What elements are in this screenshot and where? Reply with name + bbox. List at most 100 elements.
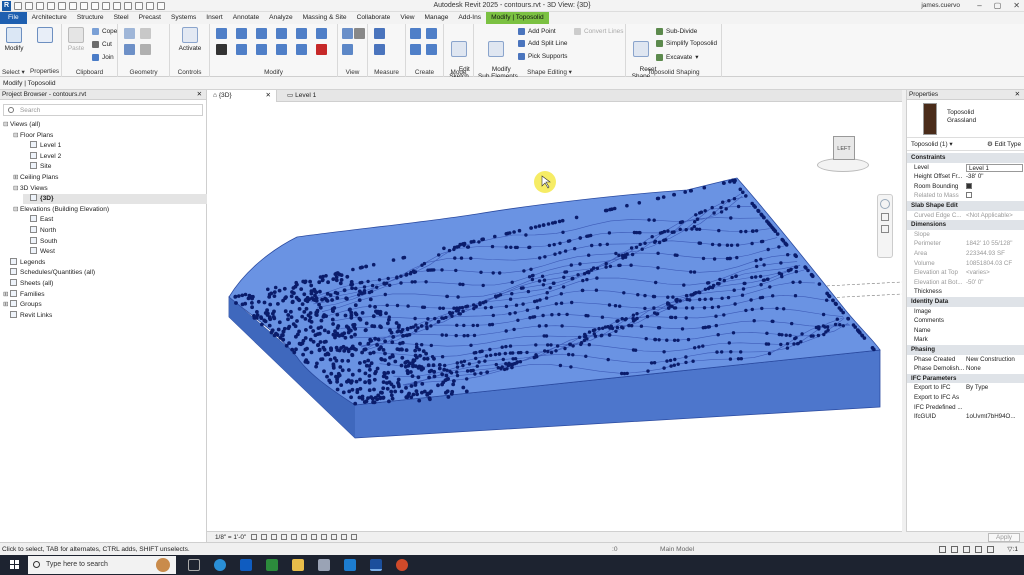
powerpoint-icon[interactable] [396, 559, 408, 571]
drag-elements-icon[interactable] [987, 546, 994, 553]
property-row[interactable]: Level Level 1 [907, 163, 1024, 173]
chrome-icon[interactable] [266, 559, 278, 571]
crop-view-icon[interactable] [301, 534, 307, 540]
tree-item[interactable]: {3D} [23, 194, 207, 205]
render-icon[interactable] [291, 534, 297, 540]
close-window-icon[interactable]: ✕ [1013, 1, 1020, 10]
tree-item[interactable]: Legends [3, 257, 207, 268]
tab-collaborate[interactable]: Collaborate [352, 12, 396, 24]
select-underlay-icon[interactable] [951, 546, 958, 553]
rotate-icon[interactable] [256, 44, 267, 55]
property-row[interactable]: Elevation at Bot... -50' 0" [907, 278, 1024, 288]
demolish-icon[interactable] [140, 44, 151, 55]
zoom-icon[interactable] [881, 213, 889, 221]
instance-filter[interactable]: Toposolid (1) ▾ ⚙ Edit Type [907, 138, 1024, 151]
viewcube[interactable]: LEFT [813, 132, 873, 176]
sub-divide-button[interactable]: Sub-Divide [656, 28, 697, 35]
tree-item[interactable]: ⊟Elevations (Building Elevation) [13, 205, 207, 215]
tree-item[interactable]: Schedules/Quantities (all) [3, 268, 207, 278]
property-row[interactable]: Volume 10851804.03 CF [907, 259, 1024, 269]
apply-button[interactable]: Apply [988, 533, 1020, 542]
excavate-button[interactable]: Excavate ▾ [656, 53, 699, 61]
property-row[interactable]: Curved Edge C... <Not Applicable> [907, 211, 1024, 221]
tree-item[interactable]: Level 2 [23, 151, 207, 162]
snipping-tool-icon[interactable] [318, 559, 330, 571]
maximize-icon[interactable]: ▢ [994, 1, 1002, 10]
aligned-dimension-icon[interactable] [374, 44, 385, 55]
properties-button[interactable] [30, 27, 60, 45]
property-value[interactable]: By Type [966, 383, 1023, 393]
sun-path-icon[interactable] [271, 534, 277, 540]
move-icon[interactable] [216, 44, 227, 55]
tab-add-ins[interactable]: Add-Ins [453, 12, 486, 24]
property-row[interactable]: Area 223344.93 SF [907, 249, 1024, 259]
expand-icon[interactable]: ⊞ [3, 290, 10, 300]
tab-3d-view[interactable]: ⌂ {3D} ✕ [207, 90, 277, 102]
tree-item[interactable]: ⊞ Families [3, 289, 207, 300]
tree-item[interactable]: ⊞ Groups [3, 300, 207, 310]
property-row[interactable]: Elevation at Top <varies> [907, 268, 1024, 278]
property-value[interactable]: New Construction [966, 355, 1023, 365]
reveal-hidden-icon[interactable] [341, 534, 347, 540]
tree-item[interactable]: West [23, 247, 207, 257]
property-row[interactable]: Export to IFC As [907, 393, 1024, 403]
select-dropdown[interactable]: Select ▾ Properties [0, 68, 61, 76]
teams-icon[interactable] [344, 559, 356, 571]
property-row[interactable]: Phase Created New Construction [907, 355, 1024, 365]
pick-supports-button[interactable]: Pick Supports [518, 53, 567, 60]
revit-taskbar-icon[interactable] [370, 559, 382, 571]
split-face-icon[interactable] [140, 28, 151, 39]
outlook-icon[interactable] [240, 559, 252, 571]
cut-button[interactable]: Cut [92, 41, 112, 48]
file-explorer-icon[interactable] [292, 559, 304, 571]
property-group-header[interactable]: Constraints [907, 153, 1024, 163]
close-tab-icon[interactable]: ✕ [265, 90, 271, 102]
collapse-icon[interactable]: ⊟ [3, 120, 10, 130]
join-button[interactable]: Join [92, 54, 114, 61]
add-split-line-button[interactable]: Add Split Line [518, 40, 567, 47]
align-icon[interactable] [216, 28, 227, 39]
view-scale[interactable]: 1/8" = 1'-0" [215, 534, 246, 541]
edge-icon[interactable] [214, 559, 226, 571]
lock-view-icon[interactable] [321, 534, 327, 540]
property-value[interactable]: Level 1 [966, 163, 1023, 172]
select-by-face-icon[interactable] [975, 546, 982, 553]
zoom-extents-icon[interactable] [881, 225, 889, 233]
split-icon[interactable] [296, 28, 307, 39]
close-icon[interactable]: ✕ [197, 90, 202, 100]
tree-item[interactable]: Level 1 [23, 141, 207, 151]
tab-modify-toposolid[interactable]: Modify | Toposolid [486, 12, 549, 24]
tab-level-1[interactable]: ▭ Level 1 [281, 90, 341, 102]
property-value[interactable]: -38' 0" [966, 172, 1023, 182]
windows-start-icon[interactable] [10, 560, 20, 570]
property-group-header[interactable]: Phasing [907, 345, 1024, 355]
create-group-icon[interactable] [410, 44, 421, 55]
activate-button[interactable]: Activate [174, 27, 206, 52]
offset-icon[interactable] [236, 28, 247, 39]
tab-precast[interactable]: Precast [134, 12, 166, 24]
trim-icon[interactable] [276, 44, 287, 55]
expand-icon[interactable]: ⊞ [13, 173, 20, 183]
property-row[interactable]: Comments [907, 316, 1024, 326]
project-browser-search[interactable]: Search [3, 104, 203, 116]
property-group-header[interactable]: IFC Parameters [907, 373, 1024, 384]
paste-button[interactable]: Paste [65, 27, 87, 52]
property-row[interactable]: Perimeter 1842' 10 55/128" [907, 239, 1024, 249]
wall-joins-icon[interactable] [124, 44, 135, 55]
collapse-icon[interactable]: ⊟ [13, 184, 20, 194]
checkbox[interactable] [966, 192, 972, 199]
property-value[interactable]: None [966, 364, 1023, 374]
property-row[interactable]: Height Offset Fr... -38' 0" [907, 172, 1024, 182]
modify-button[interactable]: Modify [2, 27, 26, 52]
property-group-header[interactable]: Identity Data [907, 297, 1024, 307]
tab-architecture[interactable]: Architecture [27, 12, 72, 24]
steering-wheel-icon[interactable] [880, 199, 890, 209]
scale-icon[interactable] [316, 28, 327, 39]
hide-element-icon[interactable] [342, 28, 353, 39]
tab-structure[interactable]: Structure [72, 12, 109, 24]
shadows-icon[interactable] [281, 534, 287, 540]
convert-lines-button[interactable]: Convert Lines [574, 28, 623, 35]
tree-item[interactable]: Site [23, 162, 207, 172]
array-icon[interactable] [296, 44, 307, 55]
detail-level-icon[interactable] [251, 534, 257, 540]
